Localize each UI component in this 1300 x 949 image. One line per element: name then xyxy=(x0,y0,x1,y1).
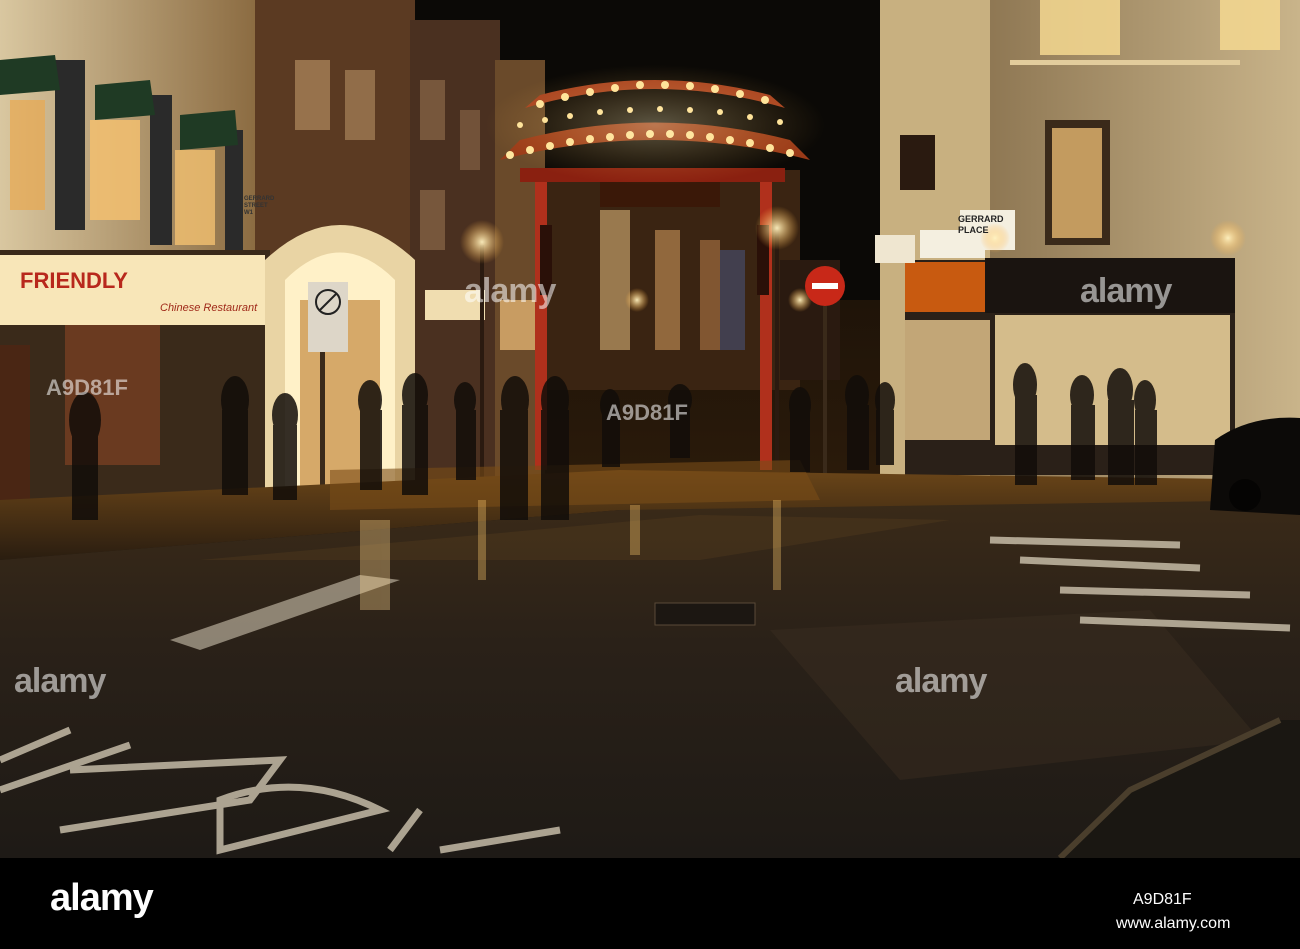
scene-illustration xyxy=(0,0,1300,858)
restaurant-sub-sign: Chinese Restaurant xyxy=(160,302,258,314)
photo-frame: FRIENDLY Chinese Restaurant GERRARD PLAC… xyxy=(0,0,1300,949)
image-id-label: A9D81F xyxy=(1133,891,1192,908)
street-scene-photo: FRIENDLY Chinese Restaurant GERRARD PLAC… xyxy=(0,0,1300,858)
alamy-logo: alamy xyxy=(50,877,154,919)
watermark-overlay: alamy xyxy=(895,662,987,700)
watermark-overlay: A9D81F xyxy=(606,400,688,425)
parking-sign xyxy=(308,282,348,352)
drain-cover xyxy=(654,602,756,626)
watermark-overlay: alamy xyxy=(1080,272,1172,310)
restaurant-name-sign: FRIENDLY xyxy=(20,268,128,293)
left-street-name-sign: GERRARD STREET W1 xyxy=(244,196,275,216)
watermark-bar xyxy=(0,858,1300,949)
watermark-overlay: alamy xyxy=(14,662,106,700)
site-url-label: www.alamy.com xyxy=(1116,915,1231,932)
watermark-overlay: A9D81F xyxy=(46,375,128,400)
street-name-sign: GERRARD PLACE xyxy=(958,214,1004,235)
watermark-overlay: alamy xyxy=(464,272,556,310)
